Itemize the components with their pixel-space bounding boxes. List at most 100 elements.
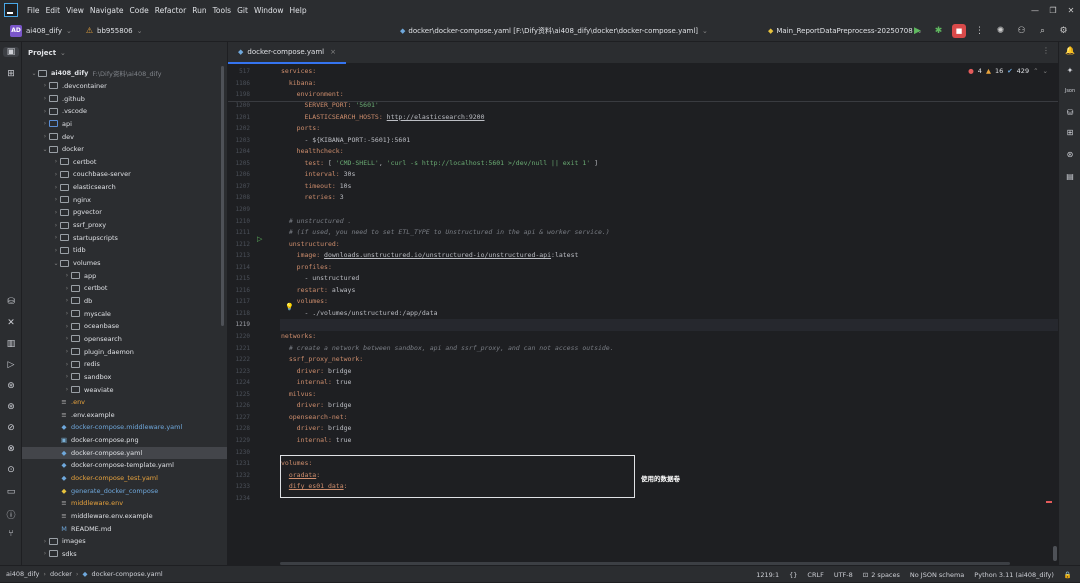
database-icon[interactable]: ⛁ — [0, 297, 22, 307]
tree-item[interactable]: ≡ .env.example — [22, 409, 227, 422]
tree-item[interactable]: › plugin_daemon — [22, 345, 227, 358]
chevron-down-icon[interactable]: ⌄ — [41, 146, 49, 153]
menu-item-refactor[interactable]: Refactor — [155, 6, 186, 15]
chevron-right-icon[interactable]: › — [41, 550, 49, 557]
code-line[interactable]: test: [ 'CMD-SHELL', 'curl -s http://loc… — [281, 158, 598, 170]
code-line[interactable]: internal: true — [281, 377, 352, 389]
chevron-right-icon[interactable]: › — [63, 310, 71, 317]
code-line[interactable]: networks: — [281, 331, 316, 343]
chevron-right-icon[interactable]: › — [52, 247, 60, 254]
project-badge[interactable]: AD — [10, 24, 22, 37]
editor-scrollbar[interactable] — [1053, 546, 1057, 561]
commit-icon[interactable]: ⊞ — [1059, 128, 1080, 137]
code-line[interactable]: driver: bridge — [281, 366, 352, 378]
coverage-icon[interactable]: ⊛ — [1059, 150, 1080, 159]
code-line[interactable]: - unstructured — [281, 273, 359, 285]
chevron-right-icon[interactable]: › — [52, 209, 60, 216]
stop-icon[interactable]: ■ — [952, 24, 966, 38]
menu-item-code[interactable]: Code — [130, 6, 149, 15]
chevron-down-icon[interactable]: ⌄ — [1043, 67, 1048, 75]
tree-item[interactable]: ◆ docker-compose.middleware.yaml — [22, 421, 227, 434]
menu-item-file[interactable]: File — [27, 6, 40, 15]
line-separator[interactable]: CRLF — [807, 571, 823, 579]
menu-item-run[interactable]: Run — [192, 6, 206, 15]
search-icon[interactable]: ⌕ — [1032, 26, 1053, 36]
settings-icon[interactable]: ⚙ — [1053, 26, 1074, 36]
tree-item[interactable]: › .devcontainer — [22, 80, 227, 93]
chevron-right-icon[interactable]: › — [41, 120, 49, 127]
code-line[interactable]: # unstructured . — [281, 216, 352, 228]
code-line[interactable]: opensearch-net: — [281, 412, 348, 424]
code-line[interactable]: unstructured: — [281, 239, 340, 251]
tree-item[interactable]: M README.md — [22, 522, 227, 535]
lock-icon[interactable]: 🔒 — [1064, 571, 1072, 579]
code-line[interactable]: # (if used, you need to set ETL_TYPE to … — [281, 227, 610, 239]
tree-item[interactable]: ◆ generate_docker_compose — [22, 484, 227, 497]
tree-item[interactable]: › app — [22, 269, 227, 282]
tree-item[interactable]: ◆ docker-compose.yaml — [22, 446, 227, 460]
code-line[interactable]: retries: 3 — [281, 192, 343, 204]
file-encoding[interactable]: UTF-8 — [834, 571, 853, 579]
chevron-right-icon[interactable]: › — [63, 272, 71, 279]
tree-item[interactable]: ⌄ ai408_dify F:\Dify资料\ai408_dify — [22, 67, 227, 80]
services-icon[interactable]: ⊛ — [0, 381, 22, 391]
chevron-right-icon[interactable]: › — [63, 348, 71, 355]
menu-item-tools[interactable]: Tools — [213, 6, 231, 15]
file-path-widget[interactable]: ◆ docker\docker-compose.yaml [F:\Dify资料\… — [400, 20, 708, 42]
chevron-right-icon[interactable]: › — [52, 222, 60, 229]
debug-icon[interactable]: ✱ — [928, 26, 949, 36]
indent-icon[interactable]: ⊡ — [863, 571, 868, 579]
tree-item[interactable]: ≡ middleware.env.example — [22, 510, 227, 523]
tree-item[interactable]: › certbot — [22, 282, 227, 295]
project-panel-header[interactable]: Project ⌄ — [22, 42, 227, 64]
lightbulb-icon[interactable]: 💡 — [285, 303, 294, 311]
tree-item[interactable]: ⌄ volumes — [22, 257, 227, 270]
tree-item[interactable]: ≡ .env — [22, 396, 227, 409]
code-line[interactable]: ports: — [281, 123, 321, 135]
run-config-selector[interactable]: ◆ Main_ReportDataPreprocess-20250708 ⌄ — [768, 20, 923, 42]
run-tool-icon[interactable]: ▷ — [0, 360, 22, 370]
ai-assistant-icon[interactable]: ✺ — [990, 26, 1011, 36]
breadcrumb-item-project[interactable]: ai408_dify — [6, 570, 39, 578]
breadcrumb-item-docker[interactable]: docker — [50, 570, 72, 578]
tree-item[interactable]: › sdks — [22, 548, 227, 561]
python-interpreter[interactable]: Python 3.11 (ai408_dify) — [974, 571, 1054, 579]
tree-item[interactable]: › db — [22, 295, 227, 308]
tree-item[interactable]: › api — [22, 118, 227, 131]
code-line[interactable]: SERVER_PORT: '5601' — [281, 100, 378, 112]
chevron-right-icon[interactable]: › — [52, 196, 60, 203]
chevron-right-icon[interactable]: › — [52, 171, 60, 178]
chevron-right-icon[interactable]: › — [63, 323, 71, 330]
tree-item[interactable]: › images — [22, 535, 227, 548]
chevron-down-icon[interactable]: ⌄ — [52, 260, 60, 267]
notifications-bell-icon[interactable]: 🔔 — [1059, 46, 1080, 55]
maximize-icon[interactable]: ❐ — [1044, 6, 1062, 15]
tree-item[interactable]: ◆ docker-compose-template.yaml — [22, 459, 227, 472]
tree-item[interactable]: › redis — [22, 358, 227, 371]
plugins-icon[interactable]: ✕ — [0, 318, 22, 328]
tree-item[interactable]: › weaviate — [22, 383, 227, 396]
tree-item[interactable]: › ssrf_proxy — [22, 219, 227, 232]
more-tabs-icon[interactable]: ⋮ — [1042, 46, 1050, 55]
database-tool-icon[interactable]: ⛁ — [1059, 108, 1080, 117]
run-icon[interactable]: ▶ — [907, 26, 928, 36]
caret-position[interactable]: 1219:1 — [756, 571, 779, 579]
chevron-right-icon[interactable]: › — [41, 108, 49, 115]
chevron-right-icon[interactable]: › — [41, 538, 49, 545]
tree-item[interactable]: ⌄ docker — [22, 143, 227, 156]
code-line[interactable]: ELASTICSEARCH_HOSTS: http://elasticsearc… — [281, 112, 484, 124]
code-line[interactable]: timeout: 10s — [281, 181, 351, 193]
tree-item[interactable]: › startupscripts — [22, 231, 227, 244]
chevron-right-icon[interactable]: › — [63, 297, 71, 304]
menu-item-view[interactable]: View — [66, 6, 84, 15]
close-tab-icon[interactable]: × — [330, 48, 336, 56]
tree-item[interactable]: › elasticsearch — [22, 181, 227, 194]
branch-switcher[interactable]: bb955806 ⌄ — [97, 27, 142, 35]
more-icon[interactable]: ⋮ — [969, 26, 990, 36]
menu-item-git[interactable]: Git — [237, 6, 248, 15]
python-packages-icon[interactable]: ⊗ — [0, 444, 22, 454]
project-tool-icon[interactable]: ▣ — [3, 47, 19, 57]
close-icon[interactable]: ✕ — [1062, 6, 1080, 15]
tab-docker-compose[interactable]: ◆ docker-compose.yaml × — [228, 42, 346, 64]
chevron-down-icon[interactable]: ⌄ — [30, 70, 38, 77]
